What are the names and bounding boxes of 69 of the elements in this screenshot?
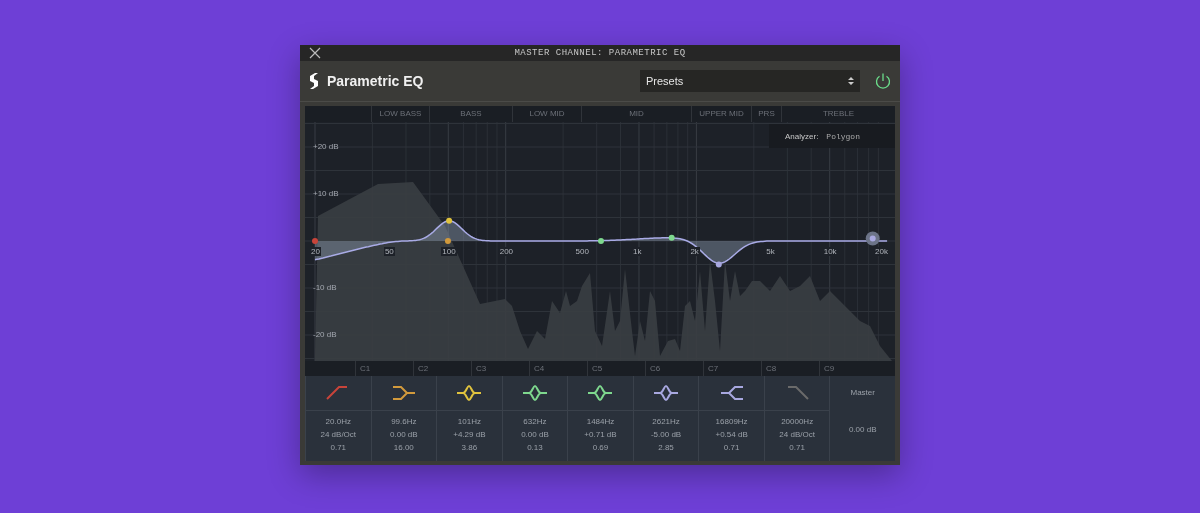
caret-icon (848, 76, 854, 86)
band-gain: 24 dB/Oct (779, 430, 815, 439)
logo-icon (309, 73, 319, 89)
band-gain: +0.54 dB (715, 430, 748, 439)
band-label: TREBLE (781, 106, 895, 122)
filter-icon[interactable] (390, 385, 417, 401)
filter-icon[interactable] (718, 385, 745, 401)
axis-label: 20 (310, 247, 321, 256)
band-frequency: 632Hz (523, 417, 547, 426)
band-q: 0.71 (723, 443, 740, 452)
band-q: 2.85 (658, 443, 674, 452)
analyzer-value[interactable]: Polygon (826, 131, 860, 141)
axis-label: 10k (822, 247, 838, 256)
band-frequency: 16809Hz (715, 417, 748, 426)
band-label: UPPER MID (691, 106, 751, 122)
eq-node-handle[interactable] (598, 238, 604, 244)
axis-label: 100 (441, 247, 457, 256)
analyzer-label: Analyzer: (785, 131, 819, 141)
presets-dropdown[interactable]: Presets (640, 70, 860, 92)
axis-label: 200 (498, 247, 515, 256)
band-q: 0.71 (789, 443, 805, 452)
master-label: Master (850, 388, 875, 397)
filter-icon[interactable] (521, 385, 548, 401)
axis-label: 20k (874, 247, 889, 256)
band-q: 0.13 (527, 443, 543, 452)
band-gain: 0.00 dB (521, 430, 549, 439)
band-label: PRS (751, 106, 781, 122)
band-gain: 0.00 dB (390, 430, 418, 439)
band-gain: -5.00 dB (650, 430, 682, 439)
filter-icon[interactable] (653, 385, 680, 401)
band-gain: +4.29 dB (453, 430, 486, 439)
axis-label: 5k (765, 247, 776, 256)
band-frequency: 101Hz (457, 417, 481, 426)
band-label: LOW MID (512, 106, 581, 122)
band-gain: 24 dB/Oct (320, 430, 357, 439)
band-label: LOW BASS (371, 106, 429, 122)
axis-label: +10 dB (313, 189, 339, 198)
axis-label: 1k (632, 247, 643, 256)
band-frequency: 1484Hz (586, 417, 615, 426)
eq-node-handle[interactable] (444, 238, 451, 244)
plugin-title: Parametric EQ (327, 73, 425, 89)
band-q: 0.69 (592, 443, 609, 452)
axis-label: -10 dB (313, 283, 337, 292)
axis-label: 500 (574, 247, 590, 256)
eq-node-handle[interactable] (865, 231, 880, 246)
axis-label: -20 dB (313, 330, 337, 339)
eq-node-handle[interactable] (312, 238, 318, 244)
close-icon[interactable] (309, 47, 321, 59)
filter-icon[interactable] (456, 385, 483, 401)
master-gain: 0.00 dB (848, 425, 877, 434)
axis-label: 2k (689, 247, 700, 256)
band-frequency: 2621Hz (652, 417, 680, 426)
axis-label: 50 (383, 247, 395, 256)
window-title: MASTER CHANNEL: PARAMETRIC EQ (514, 48, 686, 58)
eq-node-handle[interactable] (715, 261, 722, 268)
band-label: BASS (429, 106, 512, 122)
band-q: 3.86 (461, 443, 478, 452)
eq-node-handle[interactable] (446, 217, 453, 224)
band-q: 0.71 (330, 443, 347, 452)
band-label: MID (581, 106, 691, 122)
band-frequency: 20000Hz (781, 417, 814, 426)
filter-icon[interactable] (587, 385, 614, 401)
power-button[interactable] (874, 72, 892, 90)
axis-label: +20 dB (313, 142, 339, 151)
band-frequency: 20.0Hz (325, 417, 351, 426)
band-q: 16.00 (393, 443, 414, 452)
band-frequency: 99.6Hz (391, 417, 417, 426)
eq-node-handle[interactable] (668, 234, 675, 241)
band-gain: +0.71 dB (584, 430, 617, 439)
